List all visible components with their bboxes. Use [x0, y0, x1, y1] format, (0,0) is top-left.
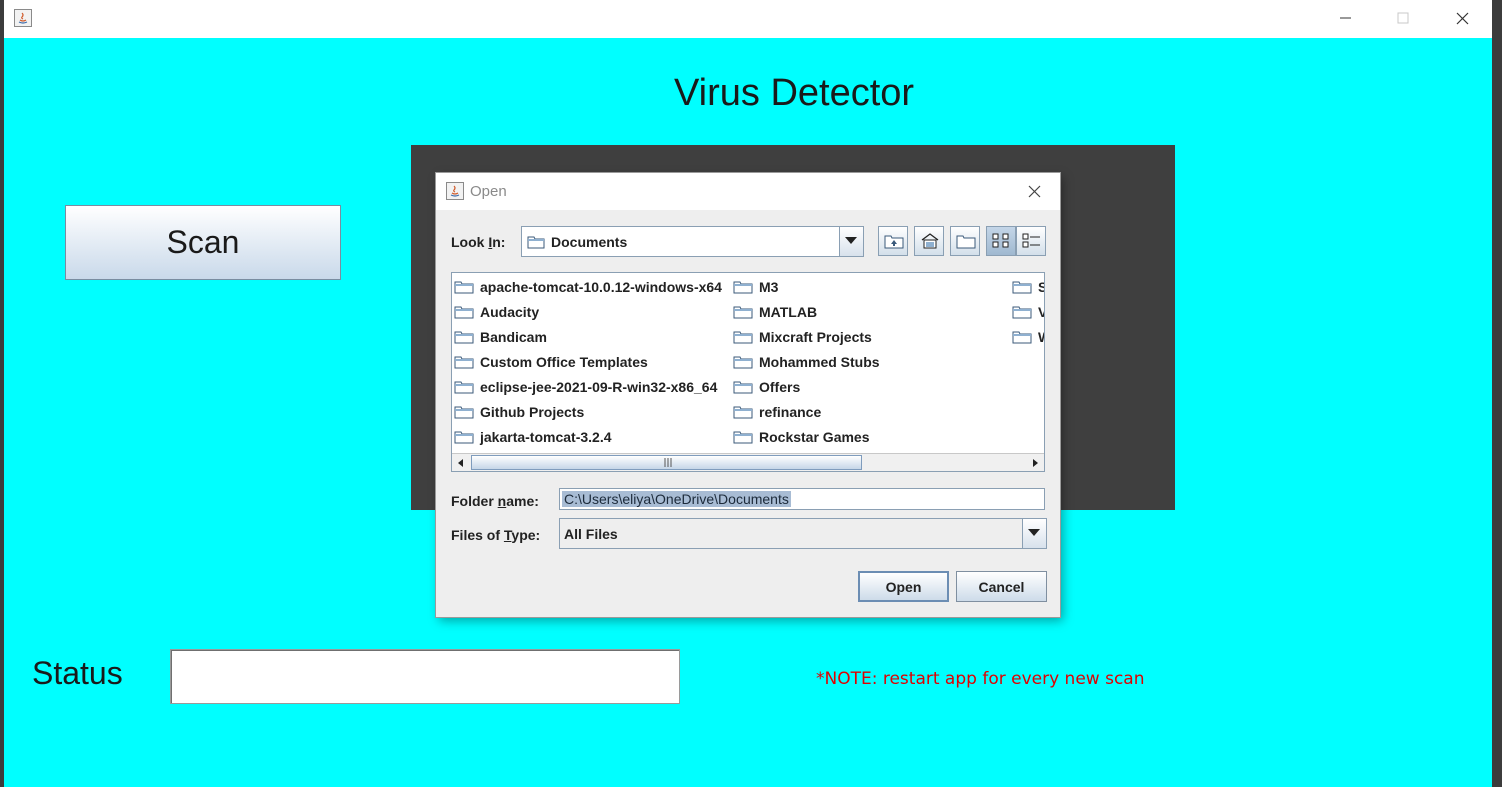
scroll-left-icon[interactable] — [452, 454, 470, 471]
folder-icon — [454, 406, 474, 419]
look-in-combo[interactable]: Documents — [521, 226, 864, 257]
file-name: Github Projects — [480, 404, 585, 420]
file-name: V — [1038, 304, 1044, 320]
cancel-button[interactable]: Cancel — [956, 571, 1047, 602]
horizontal-scrollbar[interactable] — [452, 453, 1044, 471]
files-of-type-label: Files of Type: — [451, 527, 540, 543]
file-list[interactable]: apache-tomcat-10.0.12-windows-x64 Audacit… — [451, 272, 1045, 472]
restart-note: *NOTE: restart app for every new scan — [816, 669, 1145, 689]
details-view-button[interactable] — [1016, 226, 1046, 256]
folder-icon — [733, 356, 753, 369]
file-name: Mohammed Stubs — [759, 354, 880, 370]
title-bar — [4, 0, 1492, 38]
close-button[interactable] — [1432, 0, 1490, 38]
status-label: Status — [32, 655, 123, 691]
folder-name-value: C:\Users\eliya\OneDrive\Documents — [562, 491, 791, 507]
folder-name-label-suffix: ame: — [506, 493, 539, 509]
app-title: Virus Detector — [674, 72, 915, 114]
folder-icon — [454, 381, 474, 394]
file-name: S — [1038, 279, 1044, 295]
folder-icon — [733, 431, 753, 444]
scroll-thumb[interactable] — [471, 455, 862, 470]
details-view-icon — [1022, 233, 1040, 248]
list-view-button[interactable] — [986, 226, 1016, 256]
folder-icon — [454, 331, 474, 344]
file-name: refinance — [759, 404, 822, 420]
chevron-down-icon[interactable] — [839, 227, 863, 256]
look-in-value: Documents — [551, 234, 628, 250]
file-name: Offers — [759, 379, 801, 395]
files-of-type-value: All Files — [564, 526, 618, 542]
file-name: apache-tomcat-10.0.12-windows-x64 — [480, 279, 722, 295]
dialog-title-bar: Open — [436, 173, 1060, 210]
folder-icon — [454, 281, 474, 294]
maximize-button[interactable] — [1374, 0, 1432, 38]
folder-name-mnemonic: n — [497, 493, 507, 509]
status-field[interactable] — [170, 649, 680, 704]
scan-button[interactable]: Scan — [65, 205, 341, 280]
folder-icon — [1012, 306, 1032, 319]
folder-icon — [454, 356, 474, 369]
new-folder-icon — [956, 235, 976, 249]
look-in-label: Look In: — [451, 234, 505, 250]
chevron-down-icon[interactable] — [1022, 519, 1046, 548]
folder-name-label: Folder name: — [451, 493, 539, 509]
file-name: Rockstar Games — [759, 429, 870, 445]
file-name: Audacity — [480, 304, 540, 320]
up-one-level-icon — [884, 235, 904, 249]
folder-name-label-text: Folder — [451, 493, 498, 509]
folder-icon — [733, 331, 753, 344]
home-icon — [921, 233, 939, 249]
file-name: Mixcraft Projects — [759, 329, 872, 345]
folder-icon — [733, 306, 753, 319]
file-name: eclipse-jee-2021-09-R-win32-x86_64 — [480, 379, 718, 395]
home-button[interactable] — [914, 226, 944, 256]
folder-icon — [527, 236, 545, 249]
files-of-type-label-text: Files of — [451, 527, 504, 543]
java-app-icon — [14, 9, 32, 27]
folder-icon — [733, 406, 753, 419]
folder-icon — [1012, 331, 1032, 344]
folder-icon — [1012, 281, 1032, 294]
open-button[interactable]: Open — [858, 571, 949, 602]
scroll-grip-icon — [664, 458, 672, 467]
open-dialog: Open Look In: Documents apache-tomcat-10… — [436, 173, 1060, 617]
files-of-type-combo[interactable]: All Files — [559, 518, 1047, 549]
look-in-label-suffix: n: — [492, 234, 506, 250]
dialog-title: Open — [470, 183, 507, 200]
folder-icon — [733, 281, 753, 294]
file-name: Bandicam — [480, 329, 547, 345]
folder-icon — [454, 431, 474, 444]
file-name: M3 — [759, 279, 779, 295]
dialog-close-icon[interactable] — [1024, 181, 1046, 203]
file-name: MATLAB — [759, 304, 818, 320]
folder-icon — [733, 381, 753, 394]
minimize-button[interactable] — [1316, 0, 1374, 38]
scroll-right-icon[interactable] — [1026, 454, 1044, 471]
files-of-type-label-suffix: ype: — [511, 527, 541, 543]
file-name: jakarta-tomcat-3.2.4 — [480, 429, 612, 445]
folder-icon — [454, 306, 474, 319]
folder-name-field[interactable]: C:\Users\eliya\OneDrive\Documents — [559, 488, 1045, 510]
list-view-icon — [992, 233, 1009, 248]
up-one-level-button[interactable] — [878, 226, 908, 256]
new-folder-button[interactable] — [950, 226, 980, 256]
file-name: W — [1038, 329, 1044, 345]
look-in-label-text: Look — [451, 234, 489, 250]
file-name: Custom Office Templates — [480, 354, 648, 370]
java-app-icon — [446, 182, 464, 200]
